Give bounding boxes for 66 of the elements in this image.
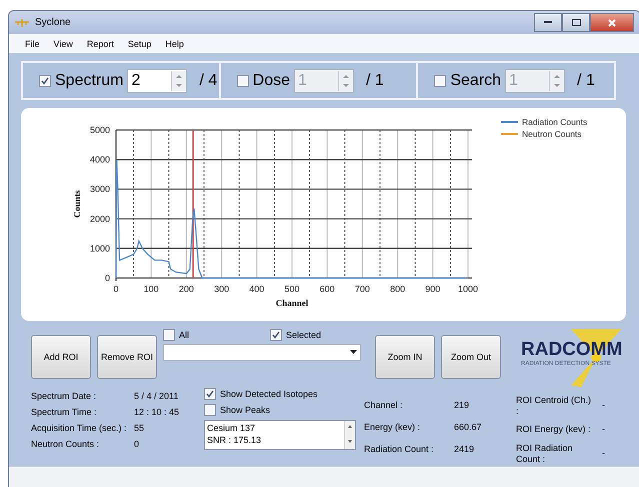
- mode-label: Search: [450, 72, 502, 90]
- field-value: -: [602, 400, 606, 412]
- x-tick-label: 300: [214, 284, 230, 294]
- list-line: SNR : 175.13: [207, 434, 262, 446]
- x-tick-label: 1000: [458, 284, 478, 294]
- y-tick-label: 5000: [90, 125, 110, 136]
- x-tick-label: 800: [390, 284, 406, 294]
- field-label: Neutron Counts :: [31, 438, 100, 449]
- x-tick-label: 700: [354, 284, 370, 294]
- field-label: ROI Radiation Count :: [516, 442, 574, 465]
- menu-item[interactable]: Report: [86, 38, 114, 49]
- field-label: Channel :: [364, 400, 404, 410]
- total-label: / 1: [366, 72, 384, 90]
- field-value: 5 / 4 / 2011: [134, 390, 180, 401]
- window-title: Syclone: [35, 17, 72, 28]
- y-tick-label: 4000: [90, 154, 110, 165]
- checkbox-label: Selected: [286, 330, 321, 340]
- x-tick-label: 0: [114, 284, 118, 294]
- field-value: 0: [134, 438, 140, 449]
- y-tick-label: 0: [104, 273, 110, 284]
- field-label: Radiation Count :: [364, 444, 435, 454]
- number-spinner: 1: [294, 68, 354, 93]
- checkbox-label: All: [179, 330, 190, 340]
- number-spinner: 1: [505, 68, 566, 93]
- total-label: / 1: [577, 72, 595, 90]
- roi-button[interactable]: Add ROI: [31, 334, 91, 379]
- x-tick-label: 400: [249, 284, 264, 294]
- x-tick-label: 100: [144, 284, 159, 294]
- menu-item[interactable]: Help: [165, 38, 184, 49]
- field-value: 660.67: [454, 422, 483, 432]
- x-tick-label: 500: [284, 284, 300, 294]
- zoom-button[interactable]: Zoom IN: [375, 334, 435, 379]
- y-tick-label: 2000: [90, 214, 110, 224]
- checkbox-label: Show Detected Isotopes: [220, 388, 318, 399]
- x-tick-label: 600: [320, 284, 335, 294]
- field-label: Spectrum Time :: [31, 406, 98, 417]
- field-value: -: [602, 424, 606, 436]
- field-value: 2419: [454, 444, 476, 454]
- total-label: / 4: [199, 72, 218, 90]
- field-value: 55: [134, 422, 146, 433]
- roi-button[interactable]: Remove ROI: [97, 334, 157, 379]
- x-tick-label: 200: [178, 284, 194, 294]
- x-axis-title: Channel: [276, 298, 308, 308]
- field-label: ROI Centroid (Ch.) :: [516, 394, 592, 417]
- menu-item[interactable]: File: [25, 38, 40, 49]
- field-label: Energy (kev) :: [364, 422, 422, 432]
- zoom-button[interactable]: Zoom Out: [441, 334, 501, 379]
- menu-item[interactable]: Setup: [128, 38, 152, 49]
- legend-label: Radiation Counts: [522, 117, 588, 128]
- y-tick-label: 3000: [90, 184, 110, 194]
- field-value: 219: [454, 400, 470, 410]
- menu-item[interactable]: View: [54, 38, 73, 49]
- field-label: ROI Energy (kev) :: [516, 424, 592, 436]
- checkbox-label: Show Peaks: [220, 404, 270, 415]
- y-axis-title: Counts: [72, 190, 82, 218]
- field-label: Spectrum Date :: [31, 390, 98, 401]
- legend-label: Neutron Counts: [522, 129, 582, 140]
- mode-label: Spectrum: [55, 72, 124, 90]
- number-spinner[interactable]: 2: [127, 68, 188, 93]
- mode-label: Dose: [252, 72, 290, 90]
- list-line: Cesium 137: [207, 422, 256, 434]
- field-label: Acquisition Time (sec.) :: [31, 422, 128, 433]
- field-value: 12 : 10 : 45: [134, 406, 180, 417]
- x-tick-label: 900: [425, 284, 440, 294]
- y-tick-label: 1000: [90, 244, 110, 254]
- field-value: -: [602, 448, 606, 460]
